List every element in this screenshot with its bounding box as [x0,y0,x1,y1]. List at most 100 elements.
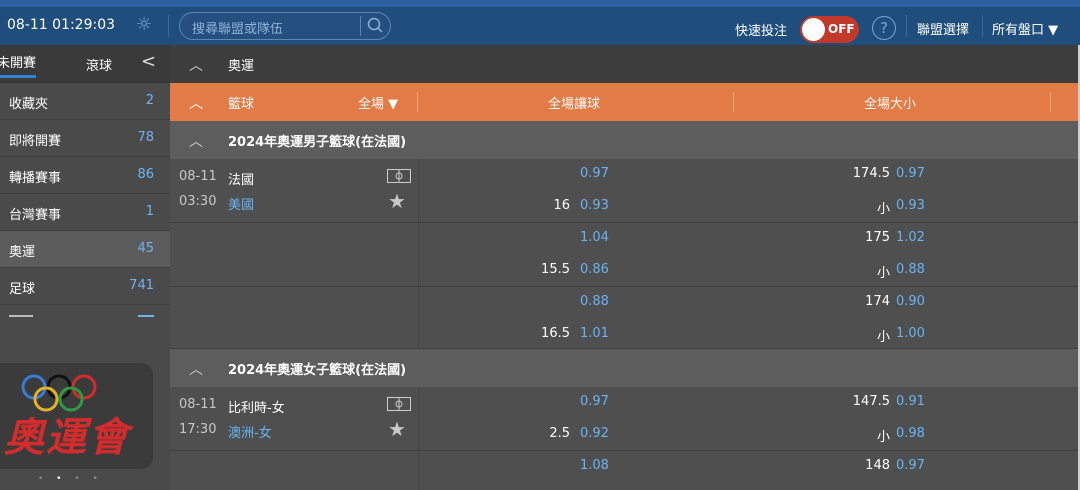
sidebar-item-label: 收藏夾 [9,97,49,112]
tab-active-underline [0,75,36,78]
sidebar-item-count: 741 [129,278,154,293]
total-line: 小 [876,330,890,345]
sidebar-item-label: 足球 [9,282,36,297]
league-name: 2024年奧運女子籃球(在法國) [228,363,407,378]
match-block [170,387,1078,451]
all-markets-dropdown[interactable]: 所有盤口 ▼ [992,19,1058,38]
handicap-odds[interactable]: 1.04 [580,230,609,245]
main-panel: ︿ 奧運 ︿ 籃球 全場 ▼ 全場讓球 全場大小 ︿ 2024年奧運男子籃球(在… [170,45,1078,490]
match-block [170,223,1078,287]
favorite-star-icon[interactable]: ★ [388,189,406,213]
sidebar-item-count: 45 [137,241,154,256]
banner-text: 奧運會 [4,414,130,461]
total-odds[interactable]: 0.97 [896,458,925,473]
divider [417,92,418,112]
toggle-knob [802,18,825,41]
handicap-odds[interactable]: 0.97 [580,166,609,181]
quick-bet-label: 快速投注 [735,24,788,39]
period-label: 全場 [358,97,385,112]
total-line: 小 [876,266,890,281]
away-team: 美國 [228,198,255,213]
total-odds[interactable]: 0.98 [896,426,925,441]
match-block [170,159,1078,223]
total-line: 175 [865,230,890,245]
total-odds[interactable]: 0.91 [896,394,925,409]
home-team: 比利時-女 [228,401,285,416]
handicap-odds[interactable]: 0.88 [580,294,609,309]
handicap-odds[interactable]: 1.08 [580,458,609,473]
theme-sun-icon[interactable]: ☼ [136,15,156,35]
handicap-odds[interactable]: 0.92 [580,426,609,441]
total-line: 148 [865,458,890,473]
search-icon[interactable] [366,15,386,35]
carousel-dots[interactable]: • • • • [38,474,103,484]
handicap-odds[interactable]: 1.01 [580,326,609,341]
total-line: 174.5 [852,166,890,181]
sidebar-item-label: 台灣賽事 [9,208,62,223]
sidebar-item-label: 轉播賽事 [9,171,62,186]
match-block [170,287,1078,349]
total-line: 小 [876,202,890,217]
total-odds[interactable]: 0.90 [896,294,925,309]
search-input[interactable]: 搜尋聯盟或隊伍 [192,18,283,37]
sidebar-item-favorites[interactable]: 收藏夾 2 [0,83,170,120]
chevron-left-icon[interactable]: < [141,51,156,72]
total-line: 147.5 [852,394,890,409]
sidebar-item-olympics[interactable]: 奧運 45 [0,231,170,268]
total-line: 小 [876,430,890,445]
sidebar-item-taiwan[interactable]: 台灣賽事 1 [0,194,170,231]
tab-live[interactable]: 滾球 [86,55,112,74]
divider [168,15,169,37]
quick-bet-toggle[interactable]: OFF [800,16,859,43]
away-team: 澳洲-女 [228,426,272,441]
court-icon[interactable] [387,397,411,411]
sidebar-item-count: 2 [145,93,154,108]
total-odds[interactable]: 0.97 [896,166,925,181]
olympics-banner[interactable]: 奧運會 [0,363,153,469]
search-box[interactable]: 搜尋聯盟或隊伍 [179,12,391,40]
league-name: 2024年奧運男子籃球(在法國) [228,135,407,150]
home-team: 法國 [228,173,255,188]
total-odds[interactable]: 0.88 [896,262,925,277]
court-icon[interactable] [387,169,411,183]
collapse-caret-icon[interactable]: ︿ [189,359,203,379]
tab-early[interactable]: 未開賽 [0,52,36,71]
sidebar-tabs: 未開賽 滾球 < [0,45,170,83]
sidebar-item-label: 即將開賽 [9,134,62,149]
sidebar-item-football[interactable]: 足球 741 [0,268,170,305]
divider [360,16,361,36]
total-odds[interactable]: 1.00 [896,326,925,341]
match-time: 17:30 [179,422,217,437]
collapse-caret-icon[interactable]: ︿ [189,93,203,113]
divider [1050,92,1051,112]
match-date: 08-11 [179,397,217,412]
league-header[interactable]: ︿ 2024年奧運女子籃球(在法國) [170,349,1078,387]
period-select[interactable]: 全場 ▼ [358,93,398,112]
handicap-line: 16 [553,198,570,213]
column-divider [418,387,419,490]
chevron-down-icon: ▼ [388,97,399,112]
collapse-caret-icon[interactable]: ︿ [189,131,203,151]
match-date: 08-11 [179,169,217,184]
favorite-star-icon[interactable]: ★ [388,417,406,441]
sidebar-item-clipped [0,305,170,321]
sidebar-item-upcoming[interactable]: 即將開賽 78 [0,120,170,157]
handicap-odds[interactable]: 0.86 [580,262,609,277]
help-icon[interactable]: ? [872,16,896,40]
league-header[interactable]: ︿ 2024年奧運男子籃球(在法國) [170,121,1078,159]
market-header: ︿ 籃球 全場 ▼ 全場讓球 全場大小 [170,83,1078,121]
handicap-odds[interactable]: 0.93 [580,198,609,213]
over-under-header: 全場大小 [864,97,917,112]
league-select-button[interactable]: 聯盟選擇 [917,19,969,38]
sidebar-item-broadcast[interactable]: 轉播賽事 86 [0,157,170,194]
handicap-header: 全場讓球 [548,97,601,112]
total-odds[interactable]: 1.02 [896,230,925,245]
total-odds[interactable]: 0.93 [896,198,925,213]
section-header[interactable]: ︿ 奧運 [170,45,1078,83]
handicap-line: 15.5 [541,262,570,277]
sidebar-item-count: 78 [137,130,154,145]
handicap-odds[interactable]: 0.97 [580,394,609,409]
sidebar-item-label: 奧運 [9,245,36,260]
sport-label: 籃球 [228,97,255,112]
collapse-caret-icon[interactable]: ︿ [189,55,203,75]
